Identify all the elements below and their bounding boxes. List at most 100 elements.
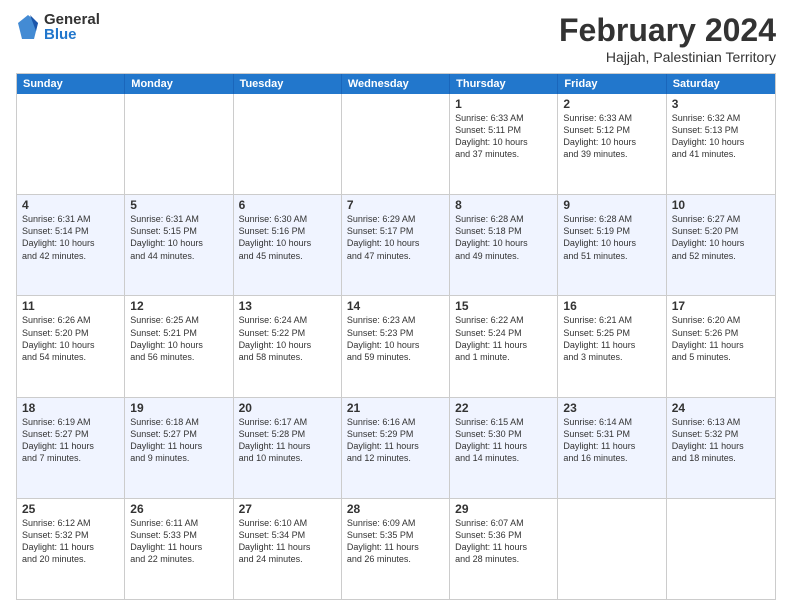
cell-info: Sunrise: 6:10 AM Sunset: 5:34 PM Dayligh… [239,517,336,566]
day-number: 13 [239,299,336,313]
calendar-cell: 15Sunrise: 6:22 AM Sunset: 5:24 PM Dayli… [450,296,558,396]
calendar-cell: 2Sunrise: 6:33 AM Sunset: 5:12 PM Daylig… [558,94,666,194]
calendar-cell: 6Sunrise: 6:30 AM Sunset: 5:16 PM Daylig… [234,195,342,295]
cell-info: Sunrise: 6:32 AM Sunset: 5:13 PM Dayligh… [672,112,770,161]
logo-text: General Blue [44,12,100,42]
calendar-cell: 18Sunrise: 6:19 AM Sunset: 5:27 PM Dayli… [17,398,125,498]
calendar-cell: 9Sunrise: 6:28 AM Sunset: 5:19 PM Daylig… [558,195,666,295]
day-number: 22 [455,401,552,415]
calendar-cell [17,94,125,194]
cell-info: Sunrise: 6:16 AM Sunset: 5:29 PM Dayligh… [347,416,444,465]
day-number: 16 [563,299,660,313]
cell-info: Sunrise: 6:15 AM Sunset: 5:30 PM Dayligh… [455,416,552,465]
calendar-row: 1Sunrise: 6:33 AM Sunset: 5:11 PM Daylig… [17,94,775,195]
cell-info: Sunrise: 6:22 AM Sunset: 5:24 PM Dayligh… [455,314,552,363]
logo: General Blue [16,12,100,42]
day-number: 28 [347,502,444,516]
calendar-cell: 19Sunrise: 6:18 AM Sunset: 5:27 PM Dayli… [125,398,233,498]
header-day: Sunday [17,74,125,94]
calendar-row: 18Sunrise: 6:19 AM Sunset: 5:27 PM Dayli… [17,398,775,499]
header: General Blue February 2024 Hajjah, Pales… [16,12,776,65]
cell-info: Sunrise: 6:28 AM Sunset: 5:18 PM Dayligh… [455,213,552,262]
cell-info: Sunrise: 6:11 AM Sunset: 5:33 PM Dayligh… [130,517,227,566]
calendar-cell: 27Sunrise: 6:10 AM Sunset: 5:34 PM Dayli… [234,499,342,599]
logo-blue: Blue [44,27,100,42]
day-number: 29 [455,502,552,516]
calendar-cell: 16Sunrise: 6:21 AM Sunset: 5:25 PM Dayli… [558,296,666,396]
cell-info: Sunrise: 6:12 AM Sunset: 5:32 PM Dayligh… [22,517,119,566]
calendar-cell: 14Sunrise: 6:23 AM Sunset: 5:23 PM Dayli… [342,296,450,396]
calendar-cell: 22Sunrise: 6:15 AM Sunset: 5:30 PM Dayli… [450,398,558,498]
day-number: 25 [22,502,119,516]
calendar: SundayMondayTuesdayWednesdayThursdayFrid… [16,73,776,600]
calendar-cell: 4Sunrise: 6:31 AM Sunset: 5:14 PM Daylig… [17,195,125,295]
subtitle: Hajjah, Palestinian Territory [559,49,776,65]
cell-info: Sunrise: 6:30 AM Sunset: 5:16 PM Dayligh… [239,213,336,262]
header-day: Thursday [450,74,558,94]
cell-info: Sunrise: 6:09 AM Sunset: 5:35 PM Dayligh… [347,517,444,566]
header-day: Saturday [667,74,775,94]
calendar-cell: 7Sunrise: 6:29 AM Sunset: 5:17 PM Daylig… [342,195,450,295]
calendar-row: 11Sunrise: 6:26 AM Sunset: 5:20 PM Dayli… [17,296,775,397]
day-number: 14 [347,299,444,313]
cell-info: Sunrise: 6:07 AM Sunset: 5:36 PM Dayligh… [455,517,552,566]
calendar-cell: 17Sunrise: 6:20 AM Sunset: 5:26 PM Dayli… [667,296,775,396]
cell-info: Sunrise: 6:20 AM Sunset: 5:26 PM Dayligh… [672,314,770,363]
day-number: 26 [130,502,227,516]
day-number: 5 [130,198,227,212]
calendar-row: 4Sunrise: 6:31 AM Sunset: 5:14 PM Daylig… [17,195,775,296]
header-day: Monday [125,74,233,94]
cell-info: Sunrise: 6:26 AM Sunset: 5:20 PM Dayligh… [22,314,119,363]
calendar-cell: 3Sunrise: 6:32 AM Sunset: 5:13 PM Daylig… [667,94,775,194]
calendar-cell [234,94,342,194]
calendar-cell: 24Sunrise: 6:13 AM Sunset: 5:32 PM Dayli… [667,398,775,498]
calendar-cell: 5Sunrise: 6:31 AM Sunset: 5:15 PM Daylig… [125,195,233,295]
calendar-cell: 20Sunrise: 6:17 AM Sunset: 5:28 PM Dayli… [234,398,342,498]
day-number: 23 [563,401,660,415]
cell-info: Sunrise: 6:24 AM Sunset: 5:22 PM Dayligh… [239,314,336,363]
calendar-cell: 10Sunrise: 6:27 AM Sunset: 5:20 PM Dayli… [667,195,775,295]
page: General Blue February 2024 Hajjah, Pales… [0,0,792,612]
day-number: 24 [672,401,770,415]
calendar-body: 1Sunrise: 6:33 AM Sunset: 5:11 PM Daylig… [17,94,775,599]
calendar-cell [667,499,775,599]
calendar-cell: 29Sunrise: 6:07 AM Sunset: 5:36 PM Dayli… [450,499,558,599]
day-number: 10 [672,198,770,212]
calendar-cell: 8Sunrise: 6:28 AM Sunset: 5:18 PM Daylig… [450,195,558,295]
day-number: 20 [239,401,336,415]
calendar-cell: 25Sunrise: 6:12 AM Sunset: 5:32 PM Dayli… [17,499,125,599]
cell-info: Sunrise: 6:33 AM Sunset: 5:11 PM Dayligh… [455,112,552,161]
calendar-cell: 13Sunrise: 6:24 AM Sunset: 5:22 PM Dayli… [234,296,342,396]
calendar-row: 25Sunrise: 6:12 AM Sunset: 5:32 PM Dayli… [17,499,775,599]
cell-info: Sunrise: 6:33 AM Sunset: 5:12 PM Dayligh… [563,112,660,161]
day-number: 15 [455,299,552,313]
day-number: 4 [22,198,119,212]
cell-info: Sunrise: 6:23 AM Sunset: 5:23 PM Dayligh… [347,314,444,363]
day-number: 27 [239,502,336,516]
cell-info: Sunrise: 6:31 AM Sunset: 5:14 PM Dayligh… [22,213,119,262]
calendar-cell: 12Sunrise: 6:25 AM Sunset: 5:21 PM Dayli… [125,296,233,396]
calendar-cell: 26Sunrise: 6:11 AM Sunset: 5:33 PM Dayli… [125,499,233,599]
calendar-cell: 23Sunrise: 6:14 AM Sunset: 5:31 PM Dayli… [558,398,666,498]
calendar-cell [342,94,450,194]
header-day: Friday [558,74,666,94]
calendar-header: SundayMondayTuesdayWednesdayThursdayFrid… [17,74,775,94]
cell-info: Sunrise: 6:27 AM Sunset: 5:20 PM Dayligh… [672,213,770,262]
calendar-cell: 1Sunrise: 6:33 AM Sunset: 5:11 PM Daylig… [450,94,558,194]
day-number: 2 [563,97,660,111]
calendar-cell: 28Sunrise: 6:09 AM Sunset: 5:35 PM Dayli… [342,499,450,599]
day-number: 11 [22,299,119,313]
cell-info: Sunrise: 6:28 AM Sunset: 5:19 PM Dayligh… [563,213,660,262]
day-number: 12 [130,299,227,313]
calendar-cell: 11Sunrise: 6:26 AM Sunset: 5:20 PM Dayli… [17,296,125,396]
logo-icon [16,13,40,41]
header-day: Tuesday [234,74,342,94]
cell-info: Sunrise: 6:29 AM Sunset: 5:17 PM Dayligh… [347,213,444,262]
header-day: Wednesday [342,74,450,94]
calendar-cell [558,499,666,599]
day-number: 6 [239,198,336,212]
day-number: 7 [347,198,444,212]
cell-info: Sunrise: 6:13 AM Sunset: 5:32 PM Dayligh… [672,416,770,465]
cell-info: Sunrise: 6:19 AM Sunset: 5:27 PM Dayligh… [22,416,119,465]
calendar-cell: 21Sunrise: 6:16 AM Sunset: 5:29 PM Dayli… [342,398,450,498]
